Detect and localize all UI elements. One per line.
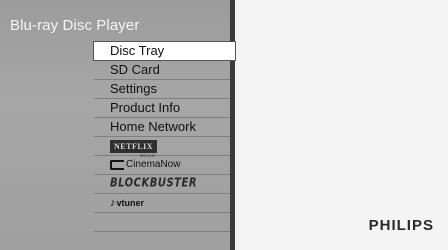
menu-item-product-info[interactable]: Product Info: [94, 99, 236, 118]
cinemanow-logo: ROXIO CinemaNow: [110, 154, 181, 170]
menu-item-sd-card[interactable]: SD Card: [94, 61, 236, 80]
netflix-logo: NETFLIX: [110, 139, 158, 153]
vtuner-mark-icon: ♪: [110, 197, 116, 209]
vtuner-label: vtuner: [116, 198, 145, 208]
menu-item-netflix[interactable]: NETFLIX: [94, 137, 236, 156]
menu-item-cinemanow[interactable]: ROXIO CinemaNow: [94, 154, 236, 175]
app-title: Blu-ray Disc Player: [10, 17, 140, 34]
cinemanow-mark-icon: [110, 160, 124, 170]
menu-item-blockbuster[interactable]: BLOCKBUSTER: [94, 175, 236, 194]
cinemanow-roxio-label: ROXIO: [140, 153, 156, 158]
preview-panel: PHILIPS: [235, 0, 448, 250]
cinemanow-label: CinemaNow: [126, 159, 181, 170]
menu-item-settings[interactable]: Settings: [94, 80, 236, 99]
menu-item-home-network[interactable]: Home Network: [94, 118, 236, 137]
main-menu: Disc Tray SD Card Settings Product Info …: [93, 41, 236, 232]
menu-item-empty: [94, 213, 236, 232]
vtuner-logo: ♪ vtuner: [110, 194, 144, 212]
brand-logo: PHILIPS: [368, 217, 434, 234]
blockbuster-logo: BLOCKBUSTER: [110, 176, 198, 190]
menu-panel: Blu-ray Disc Player Disc Tray SD Card Se…: [0, 0, 236, 250]
menu-item-disc-tray[interactable]: Disc Tray: [93, 41, 236, 61]
menu-item-vtuner[interactable]: ♪ vtuner: [94, 194, 236, 213]
